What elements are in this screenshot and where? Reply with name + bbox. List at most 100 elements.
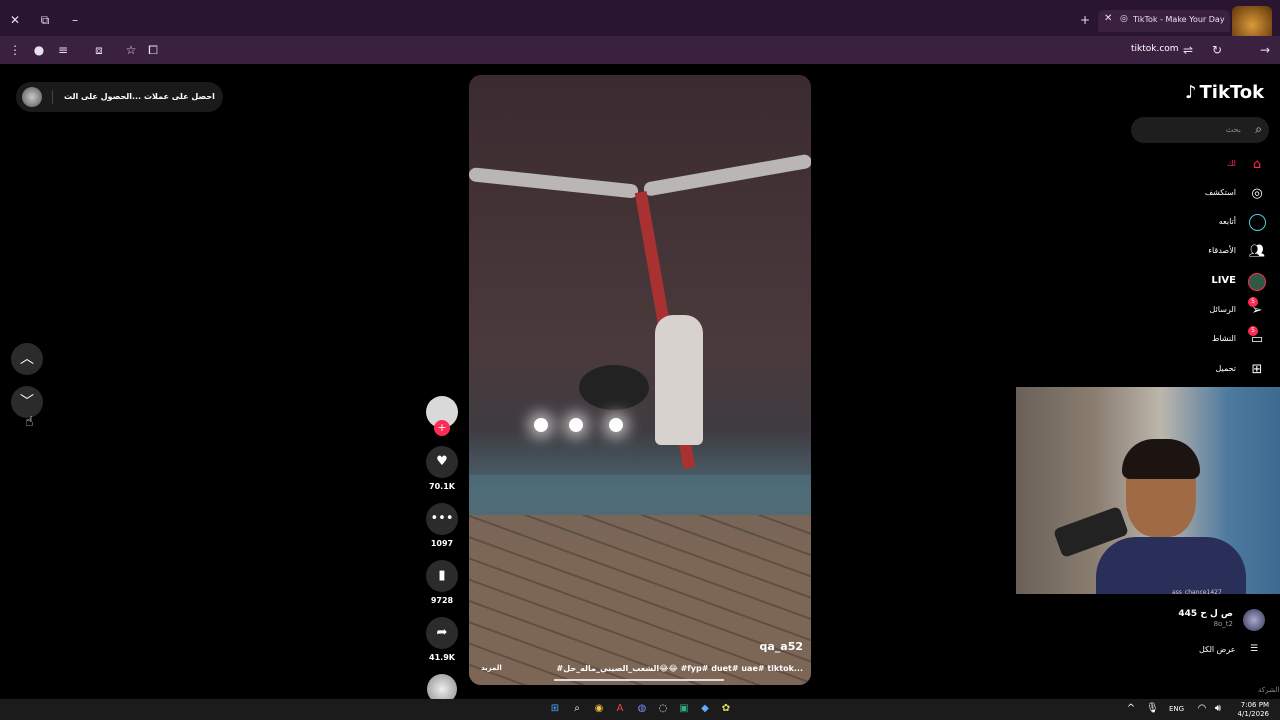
video-player[interactable]: qa_a52 #الشعب_الصيني_ماله_حل😂😂 #fyp# due… bbox=[469, 75, 811, 685]
comment-button[interactable]: ••• bbox=[426, 503, 458, 535]
streamer-shirt bbox=[1096, 537, 1246, 594]
search-input[interactable]: بحث ⌕ bbox=[1131, 117, 1269, 143]
terminal-icon[interactable]: ▣ bbox=[678, 703, 690, 715]
window-restore-icon[interactable]: ⧉ bbox=[36, 12, 54, 28]
logo-text: TikTok bbox=[1199, 82, 1265, 103]
follow-plus-icon[interactable]: + bbox=[434, 420, 450, 436]
steam-icon[interactable]: ◆ bbox=[699, 703, 711, 715]
chevron-up-icon: ︿ bbox=[20, 351, 34, 367]
video-progress-bar[interactable] bbox=[554, 679, 724, 681]
video-caption: #الشعب_الصيني_ماله_حل😂😂 #fyp# duet# uae#… bbox=[556, 664, 803, 673]
browser-tab[interactable]: ✕ ◎ TikTok - Make Your Day bbox=[1098, 10, 1230, 32]
sidebar-item-explore[interactable]: استكشف ◎ bbox=[1126, 183, 1266, 205]
home-icon: ⌂ bbox=[1252, 157, 1262, 172]
activity-badge: 5 bbox=[1248, 326, 1258, 336]
divider bbox=[52, 90, 53, 104]
puzzle-icon[interactable]: ⧈ bbox=[90, 42, 108, 58]
swing-bar-right bbox=[642, 153, 811, 197]
sidebar-item-messages[interactable]: الرسائل ➢ 5 bbox=[1126, 297, 1266, 322]
promo-pill: الحصول على الت... احصل على عملات bbox=[16, 82, 223, 112]
chrome-icon[interactable]: ◉ bbox=[593, 703, 605, 715]
share-arrow-icon: ➦ bbox=[436, 625, 448, 640]
ground bbox=[469, 475, 811, 515]
sidebar-item-label: الرسائل bbox=[1209, 305, 1237, 314]
like-count: 70.1K bbox=[429, 482, 455, 491]
sidebar-item-label: استكشف bbox=[1204, 188, 1236, 197]
chevron-down-icon: ﹀ bbox=[20, 394, 34, 410]
lamp-light bbox=[569, 418, 583, 432]
sidebar-item-live[interactable]: LIVE bbox=[1126, 271, 1266, 293]
webcam-overlay: ass_chance1427 bbox=[1016, 387, 1280, 594]
creator-avatar[interactable]: + bbox=[426, 396, 458, 436]
friends-icon: 👥︎ bbox=[1248, 244, 1266, 259]
new-tab-plus-icon[interactable]: + bbox=[1076, 12, 1094, 28]
company-link[interactable]: الشركة bbox=[1258, 686, 1279, 694]
tray-chevron-up-icon[interactable]: ^ bbox=[1125, 703, 1137, 715]
volume-icon[interactable]: 🔊︎ bbox=[1212, 703, 1224, 715]
discord-icon[interactable]: ◍ bbox=[636, 703, 648, 715]
compass-icon: ◎ bbox=[1251, 186, 1263, 201]
app-icon-2[interactable]: ✿ bbox=[720, 703, 732, 715]
window-minimize-icon[interactable]: – bbox=[66, 12, 84, 28]
microphone-icon[interactable]: 🎙︎ bbox=[1146, 703, 1159, 715]
clock[interactable]: 7:06 PM 4/1/2026 bbox=[1237, 701, 1269, 719]
account-username: 8o_t2 bbox=[1213, 620, 1233, 628]
search-icon[interactable]: ⌕ bbox=[1255, 122, 1262, 137]
previous-video-button[interactable]: ︿ bbox=[11, 343, 43, 375]
share-button[interactable]: ➦ bbox=[426, 617, 458, 649]
sidebar-item-upload[interactable]: تحميل ⊞ bbox=[1126, 359, 1266, 381]
following-account[interactable]: ص ل ح 445 8o_t2 bbox=[1178, 608, 1267, 634]
extension-icon[interactable]: ● bbox=[30, 42, 48, 58]
cast-icon[interactable]: ⧠ bbox=[144, 42, 162, 58]
forward-icon[interactable]: → bbox=[1256, 42, 1274, 58]
search-icon[interactable]: ⌕ bbox=[571, 703, 583, 715]
sidebar-item-label: الأصدقاء bbox=[1208, 246, 1236, 255]
browser-tab-bar: ✕ ⧉ – + ✕ ◎ TikTok - Make Your Day bbox=[0, 0, 1280, 54]
sidebar-item-foryou[interactable]: لك ⌂ bbox=[1126, 154, 1266, 176]
caption-more-button[interactable]: المزيد bbox=[481, 664, 502, 672]
get-app-link[interactable]: الحصول على الت... bbox=[64, 92, 141, 101]
reload-icon[interactable]: ↻ bbox=[1208, 42, 1226, 58]
video-author[interactable]: qa_a52 bbox=[759, 640, 803, 653]
window-close-icon[interactable]: ✕ bbox=[6, 12, 24, 28]
live-icon bbox=[1248, 273, 1266, 291]
tab-title: TikTok - Make Your Day bbox=[1133, 15, 1225, 24]
swing-tire bbox=[579, 365, 649, 410]
wifi-icon[interactable]: ◠ bbox=[1196, 703, 1208, 715]
save-button[interactable]: ▮ bbox=[426, 560, 458, 592]
search-placeholder: بحث bbox=[1225, 125, 1241, 134]
see-all-link[interactable]: عرض الكل bbox=[1199, 645, 1236, 654]
get-coins-link[interactable]: احصل على عملات bbox=[144, 92, 215, 101]
site-settings-icon[interactable]: ⇌ bbox=[1179, 42, 1197, 58]
like-button[interactable]: ♥ bbox=[426, 446, 458, 478]
bookmark-star-icon[interactable]: ☆ bbox=[122, 42, 140, 58]
sidebar-item-activity[interactable]: النشاط ▭ 5 bbox=[1126, 326, 1266, 351]
person-figure bbox=[655, 315, 703, 445]
language-indicator[interactable]: ENG bbox=[1169, 705, 1184, 713]
sidebar-item-label: LIVE bbox=[1211, 275, 1236, 286]
webcam-text: ass_chance1427 bbox=[1172, 589, 1222, 594]
url-text[interactable]: tiktok.com bbox=[1131, 44, 1179, 54]
menu-dots-icon[interactable]: ⋮ bbox=[6, 42, 24, 58]
app-icon[interactable]: A bbox=[614, 703, 626, 715]
music-note-icon: ♪ bbox=[1185, 82, 1197, 103]
hand-cursor-icon: ☝ bbox=[25, 414, 34, 430]
sidebar-item-label: تحميل bbox=[1215, 364, 1237, 373]
playlist-icon[interactable]: ≡ bbox=[54, 42, 72, 58]
tab-close-icon[interactable]: ✕ bbox=[1104, 13, 1112, 24]
sidebar-item-friends[interactable]: الأصدقاء 👥︎ bbox=[1126, 241, 1266, 263]
heart-icon: ♥ bbox=[436, 454, 448, 469]
bookmark-icon: ▮ bbox=[438, 568, 446, 583]
action-column: + ♥ 70.1K ••• 1097 ▮ 9728 ➦ 41.9K bbox=[424, 396, 460, 704]
clock-time: 7:06 PM bbox=[1240, 701, 1269, 709]
share-count: 41.9K bbox=[429, 653, 455, 662]
windows-start-icon[interactable]: ⊞ bbox=[549, 703, 561, 715]
obs-icon[interactable]: ◌ bbox=[657, 703, 669, 715]
tiktok-logo[interactable]: ♪ TikTok bbox=[1185, 82, 1264, 103]
lamp-light bbox=[534, 418, 548, 432]
account-avatar bbox=[1243, 609, 1265, 631]
sidebar-item-following[interactable]: أتابعه bbox=[1126, 212, 1266, 234]
taskbar: ⊞ ⌕ ◉ A ◍ ◌ ▣ ◆ ✿ ^ 🎙︎ ENG ◠ 🔊︎ 7:06 PM … bbox=[0, 699, 1280, 720]
lamp-light bbox=[609, 418, 623, 432]
user-avatar[interactable] bbox=[22, 87, 42, 107]
